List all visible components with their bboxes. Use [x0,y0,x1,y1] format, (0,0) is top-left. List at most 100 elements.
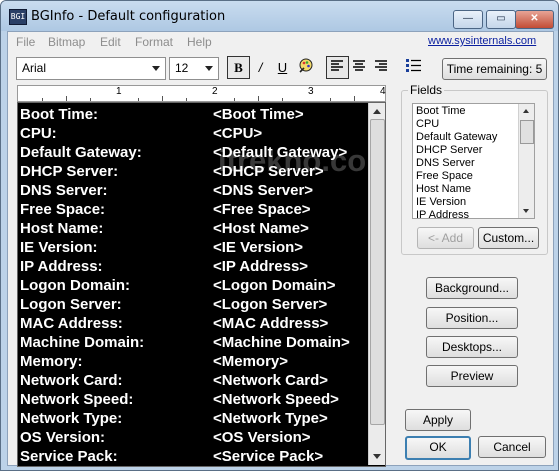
custom-field-button[interactable]: Custom... [478,227,539,249]
align-left-button[interactable] [326,56,349,79]
underline-button[interactable]: U [271,56,294,79]
field-label: DNS Server: [20,182,108,199]
align-right-icon [375,60,387,71]
watermark: itrekno.com [218,143,386,178]
sysinternals-link[interactable]: www.sysinternals.com [428,35,536,47]
align-center-icon [353,60,365,71]
bullet-list-button[interactable] [402,56,425,79]
add-field-button[interactable]: <- Add [417,227,474,249]
menu-help[interactable]: Help [187,35,212,49]
editor-line-network-card: Network Card: <Network Card> [20,371,328,390]
list-item[interactable]: Host Name [416,183,471,196]
field-token: <MAC Address> [213,315,329,332]
menu-file[interactable]: File [16,35,35,49]
ruler-mark: 2 [212,86,218,97]
editor-line-ie-version: IE Version: <IE Version> [20,238,303,257]
field-token: <Memory> [213,353,289,370]
ruler: 1 2 3 4 [17,85,386,102]
editor-scrollbar[interactable] [368,103,385,465]
editor-line-ip-address: IP Address: <IP Address> [20,257,308,276]
ruler-tick [258,96,259,101]
italic-button[interactable]: / [249,56,272,79]
text-color-button[interactable] [294,56,317,79]
client-area: File Bitmap Edit Format Help www.sysinte… [7,31,554,467]
scroll-down-icon[interactable] [373,454,381,459]
scroll-up-icon[interactable] [523,109,529,113]
field-label: CPU: [20,125,57,142]
field-label: MAC Address: [20,315,123,332]
list-item[interactable]: IP Address [416,209,469,218]
editor-line-dns-server: DNS Server: <DNS Server> [20,181,313,200]
field-label: Default Gateway: [20,144,142,161]
menu-bar: File Bitmap Edit Format Help www.sysinte… [8,32,553,52]
list-item[interactable]: Free Space [416,170,473,183]
field-token: <Boot Time> [213,106,304,123]
list-item[interactable]: IE Version [416,196,466,209]
close-button[interactable]: ✕ [515,10,554,29]
scroll-up-icon[interactable] [373,109,381,114]
editor-line-mac-address: MAC Address: <MAC Address> [20,314,328,333]
fields-listbox[interactable]: Boot Time CPU Default Gateway DHCP Serve… [412,103,535,219]
bginfo-window: BGI BGInfo - Default configuration — ▭ ✕… [0,0,559,471]
scrollbar-thumb[interactable] [370,119,385,425]
editor-line-network-speed: Network Speed: <Network Speed> [20,390,339,409]
field-label: Service Pack: [20,448,118,465]
menu-bitmap[interactable]: Bitmap [48,35,85,49]
cancel-button[interactable]: Cancel [478,436,546,458]
align-left-icon [331,60,343,71]
field-label: IP Address: [20,258,103,275]
scrollbar-thumb[interactable] [520,120,534,144]
font-select[interactable]: Arial [16,57,166,80]
field-label: Host Name: [20,220,104,237]
bold-button[interactable]: B [227,56,250,79]
chevron-down-icon [205,66,213,71]
background-button[interactable]: Background... [426,277,518,299]
window-title: BGInfo - Default configuration [31,9,226,24]
position-button[interactable]: Position... [426,307,518,329]
editor-line-free-space: Free Space: <Free Space> [20,200,311,219]
menu-format[interactable]: Format [135,35,173,49]
format-toolbar: Arial 12 B / U Time remaining: 5 [8,54,553,82]
field-label: Logon Server: [20,296,122,313]
fields-scrollbar[interactable] [518,104,534,218]
list-item[interactable]: Boot Time [416,105,466,118]
time-remaining-button[interactable]: Time remaining: 5 [442,58,547,80]
maximize-button[interactable]: ▭ [486,10,516,29]
preview-button[interactable]: Preview [426,365,518,387]
bginfo-app-icon: BGI [9,9,27,25]
list-item[interactable]: DHCP Server [416,144,482,157]
minimize-button[interactable]: — [453,10,483,29]
desktops-button[interactable]: Desktops... [426,336,518,358]
editor-line-memory: Memory: <Memory> [20,352,288,371]
align-right-button[interactable] [370,56,393,79]
font-size-select[interactable]: 12 [169,57,219,80]
ruler-mark: 4 [380,86,386,97]
field-token: <Logon Domain> [213,277,336,294]
list-item[interactable]: CPU [416,118,439,131]
title-bar: BGI BGInfo - Default configuration — ▭ ✕ [1,1,558,31]
field-label: Memory: [20,353,83,370]
ruler-tick [354,96,355,101]
field-label: Boot Time: [20,106,99,123]
apply-button[interactable]: Apply [405,409,471,431]
font-select-value: Arial [22,61,47,75]
menu-edit[interactable]: Edit [100,35,121,49]
align-center-button[interactable] [348,56,371,79]
field-label: Machine Domain: [20,334,145,351]
editor-line-os-version: OS Version: <OS Version> [20,428,311,447]
editor-line-cpu: CPU: <CPU> [20,124,262,143]
field-token: <Network Type> [213,410,328,427]
ruler-tick [186,98,187,101]
field-token: <OS Version> [213,429,311,446]
editor-line-dhcp-server: DHCP Server: <DHCP Server> [20,162,324,181]
bginfo-text-editor[interactable]: Boot Time: <Boot Time> CPU: <CPU> Default … [17,102,386,467]
field-label: Network Card: [20,372,123,389]
ruler-tick [138,98,139,101]
scroll-down-icon[interactable] [523,209,529,213]
ruler-mark: 1 [116,86,122,97]
editor-line-service-pack: Service Pack: <Service Pack> [20,447,323,466]
ok-button[interactable]: OK [405,436,471,460]
list-item[interactable]: Default Gateway [416,131,497,144]
font-size-value: 12 [175,61,189,75]
list-item[interactable]: DNS Server [416,157,475,170]
